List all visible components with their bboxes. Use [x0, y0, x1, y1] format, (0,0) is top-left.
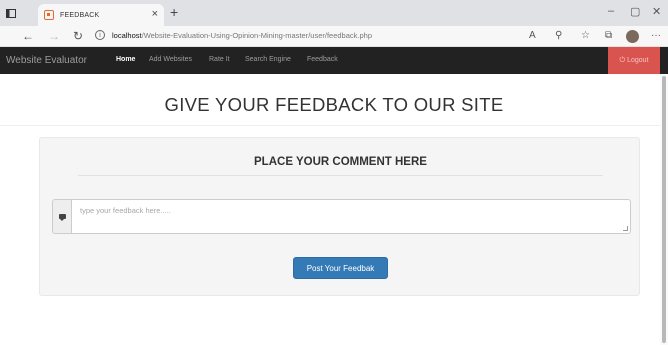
new-tab-button[interactable]: + — [170, 4, 178, 20]
url-host: localhost — [112, 31, 142, 40]
comment-addon — [52, 199, 71, 234]
tab-actions-icon[interactable] — [4, 6, 18, 20]
logout-icon: ⏻ — [619, 56, 626, 64]
favicon-icon — [44, 10, 54, 20]
divider — [0, 125, 668, 126]
address-bar-row: ← → ↻ i localhost/Website-Evaluation-Usi… — [0, 26, 668, 47]
logout-button[interactable]: ⏻ Logout — [608, 47, 660, 74]
collections-icon[interactable]: ⧉ — [605, 30, 612, 41]
forward-icon[interactable]: → — [48, 29, 60, 43]
profile-avatar[interactable] — [626, 30, 639, 43]
scrollbar-thumb[interactable] — [662, 76, 666, 343]
brand-logo-text[interactable]: Website Evaluator — [6, 55, 87, 66]
feedback-input-group — [52, 199, 631, 234]
browser-window: FEEDBACK × + – ▢ ✕ ← → ↻ i localhost/Web… — [0, 0, 668, 345]
resize-handle[interactable] — [623, 226, 628, 231]
panel-title: PLACE YOUR COMMENT HERE — [254, 156, 427, 168]
panel-divider — [78, 175, 603, 176]
back-icon[interactable]: ← — [22, 29, 34, 43]
reading-mode-icon[interactable]: A — [529, 30, 536, 41]
site-navbar: Website Evaluator Home Add Websites Rate… — [0, 47, 668, 74]
restore-icon[interactable]: ▢ — [630, 5, 640, 18]
favorites-star-icon[interactable]: ☆ — [581, 30, 590, 41]
feedback-textarea[interactable] — [71, 199, 631, 234]
comment-icon — [58, 214, 66, 221]
nav-item-home[interactable]: Home — [116, 56, 135, 63]
nav-item-search-engine[interactable]: Search Engine — [245, 56, 291, 63]
feedback-panel: PLACE YOUR COMMENT HERE Post Your Feedba… — [39, 137, 640, 296]
nav-item-add-websites[interactable]: Add Websites — [149, 56, 192, 63]
tab-strip: FEEDBACK × + – ▢ ✕ — [0, 0, 668, 26]
tab-feedback[interactable]: FEEDBACK × — [38, 4, 164, 26]
minimize-icon[interactable]: – — [608, 5, 614, 17]
tab-close-icon[interactable]: × — [152, 8, 158, 20]
more-icon[interactable]: ··· — [651, 30, 661, 41]
search-icon[interactable]: ⚲ — [555, 30, 562, 41]
nav-item-rate-it[interactable]: Rate It — [209, 56, 230, 63]
logout-label: Logout — [627, 57, 649, 64]
url-field[interactable]: localhost/Website-Evaluation-Using-Opini… — [112, 31, 372, 40]
close-window-icon[interactable]: ✕ — [652, 5, 661, 18]
refresh-icon[interactable]: ↻ — [73, 29, 83, 43]
nav-item-feedback[interactable]: Feedback — [307, 56, 338, 63]
tab-title: FEEDBACK — [60, 11, 100, 19]
page-title: GIVE YOUR FEEDBACK TO OUR SITE — [164, 94, 504, 115]
page-scrollbar[interactable] — [660, 74, 668, 345]
post-feedback-button[interactable]: Post Your Feedbak — [293, 257, 388, 279]
info-icon[interactable]: i — [95, 30, 105, 40]
url-path: /Website-Evaluation-Using-Opinion-Mining… — [141, 31, 372, 40]
